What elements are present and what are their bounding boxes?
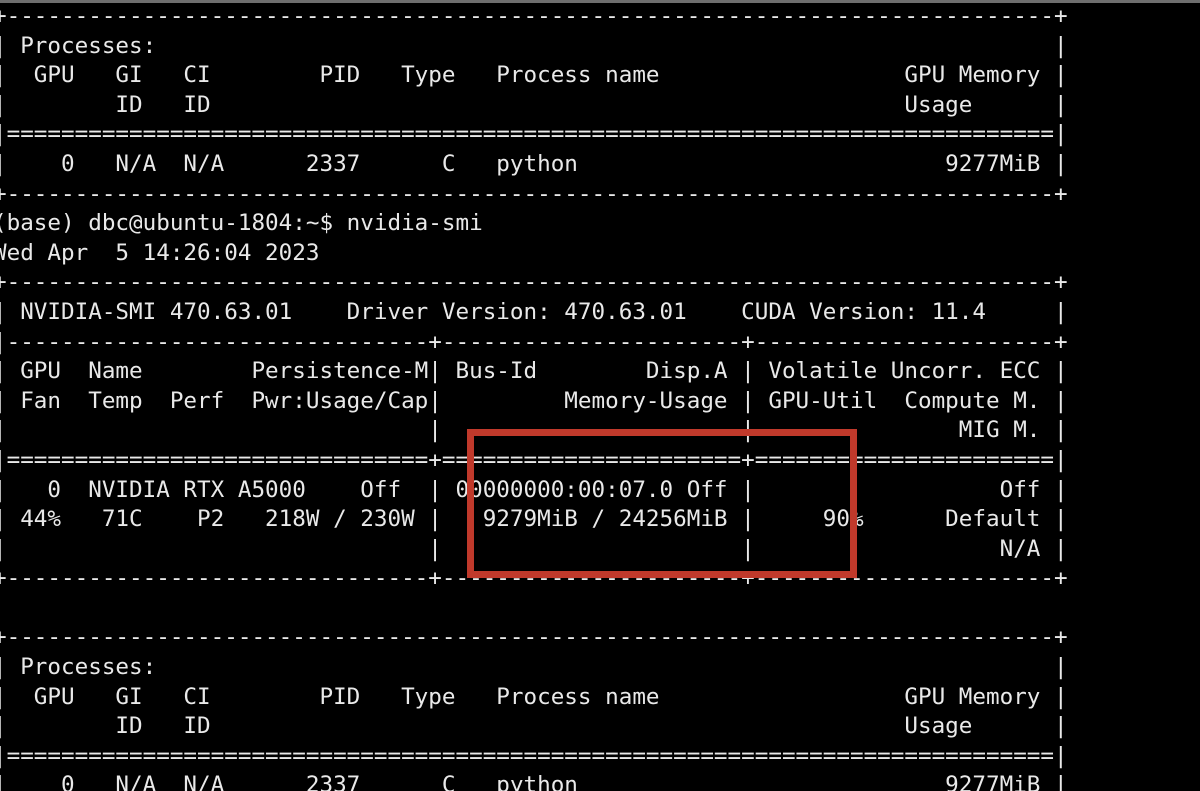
- smi-spacer-line: [0, 594, 1200, 624]
- prev-processes-header-row2: | ID ID Usage |: [0, 91, 1068, 118]
- smi-timestamp: Wed Apr 5 14:26:04 2023: [0, 239, 320, 266]
- prev-processes-header-rule: |=======================================…: [0, 121, 1068, 148]
- smi-table-bottom-border: +-------------------------------+-------…: [0, 565, 1068, 592]
- prev-processes-row-0: | 0 N/A N/A 2337 C python 9277MiB |: [0, 150, 1068, 177]
- terminal-screen[interactable]: +---------------------------------------…: [0, 0, 1200, 791]
- prev-processes-top-border: +---------------------------------------…: [0, 3, 1068, 29]
- smi-version-line: | NVIDIA-SMI 470.63.01 Driver Version: 4…: [0, 298, 1068, 325]
- gpu-row-line2: | 44% 71C P2 218W / 230W | 9279MiB / 242…: [0, 506, 1068, 533]
- processes-header-row2: | ID ID Usage |: [0, 713, 1068, 740]
- smi-version-separator: |-------------------------------+-------…: [0, 328, 1068, 355]
- smi-top-border: +---------------------------------------…: [0, 269, 1068, 296]
- gpu-row-line3: | | | N/A |: [0, 535, 1068, 562]
- smi-header-row1: | GPU Name Persistence-M| Bus-Id Disp.A …: [0, 358, 1068, 385]
- smi-header-row3: | | | MIG M. |: [0, 417, 1068, 444]
- smi-header-row2: | Fan Temp Perf Pwr:Usage/Cap| Memory-Us…: [0, 387, 1068, 414]
- shell-prompt-line[interactable]: (base) dbc@ubuntu-1804:~$ nvidia-smi: [0, 209, 1200, 239]
- prev-processes-title: | Processes: |: [0, 32, 1068, 59]
- smi-header-rule: |===============================+=======…: [0, 446, 1068, 473]
- prev-processes-header-row1: | GPU GI CI PID Type Process name GPU Me…: [0, 62, 1068, 89]
- processes-top-border: +---------------------------------------…: [0, 624, 1068, 651]
- terminal-output[interactable]: +---------------------------------------…: [0, 2, 1200, 791]
- prev-processes-bottom-border: +---------------------------------------…: [0, 180, 1068, 207]
- gpu-row-line1: | 0 NVIDIA RTX A5000 Off | 00000000:00:0…: [0, 476, 1068, 503]
- processes-header-row1: | GPU GI CI PID Type Process name GPU Me…: [0, 683, 1068, 710]
- processes-row-0: | 0 N/A N/A 2337 C python 9277MiB |: [0, 772, 1068, 791]
- processes-title: | Processes: |: [0, 654, 1068, 681]
- processes-header-rule: |=======================================…: [0, 742, 1068, 769]
